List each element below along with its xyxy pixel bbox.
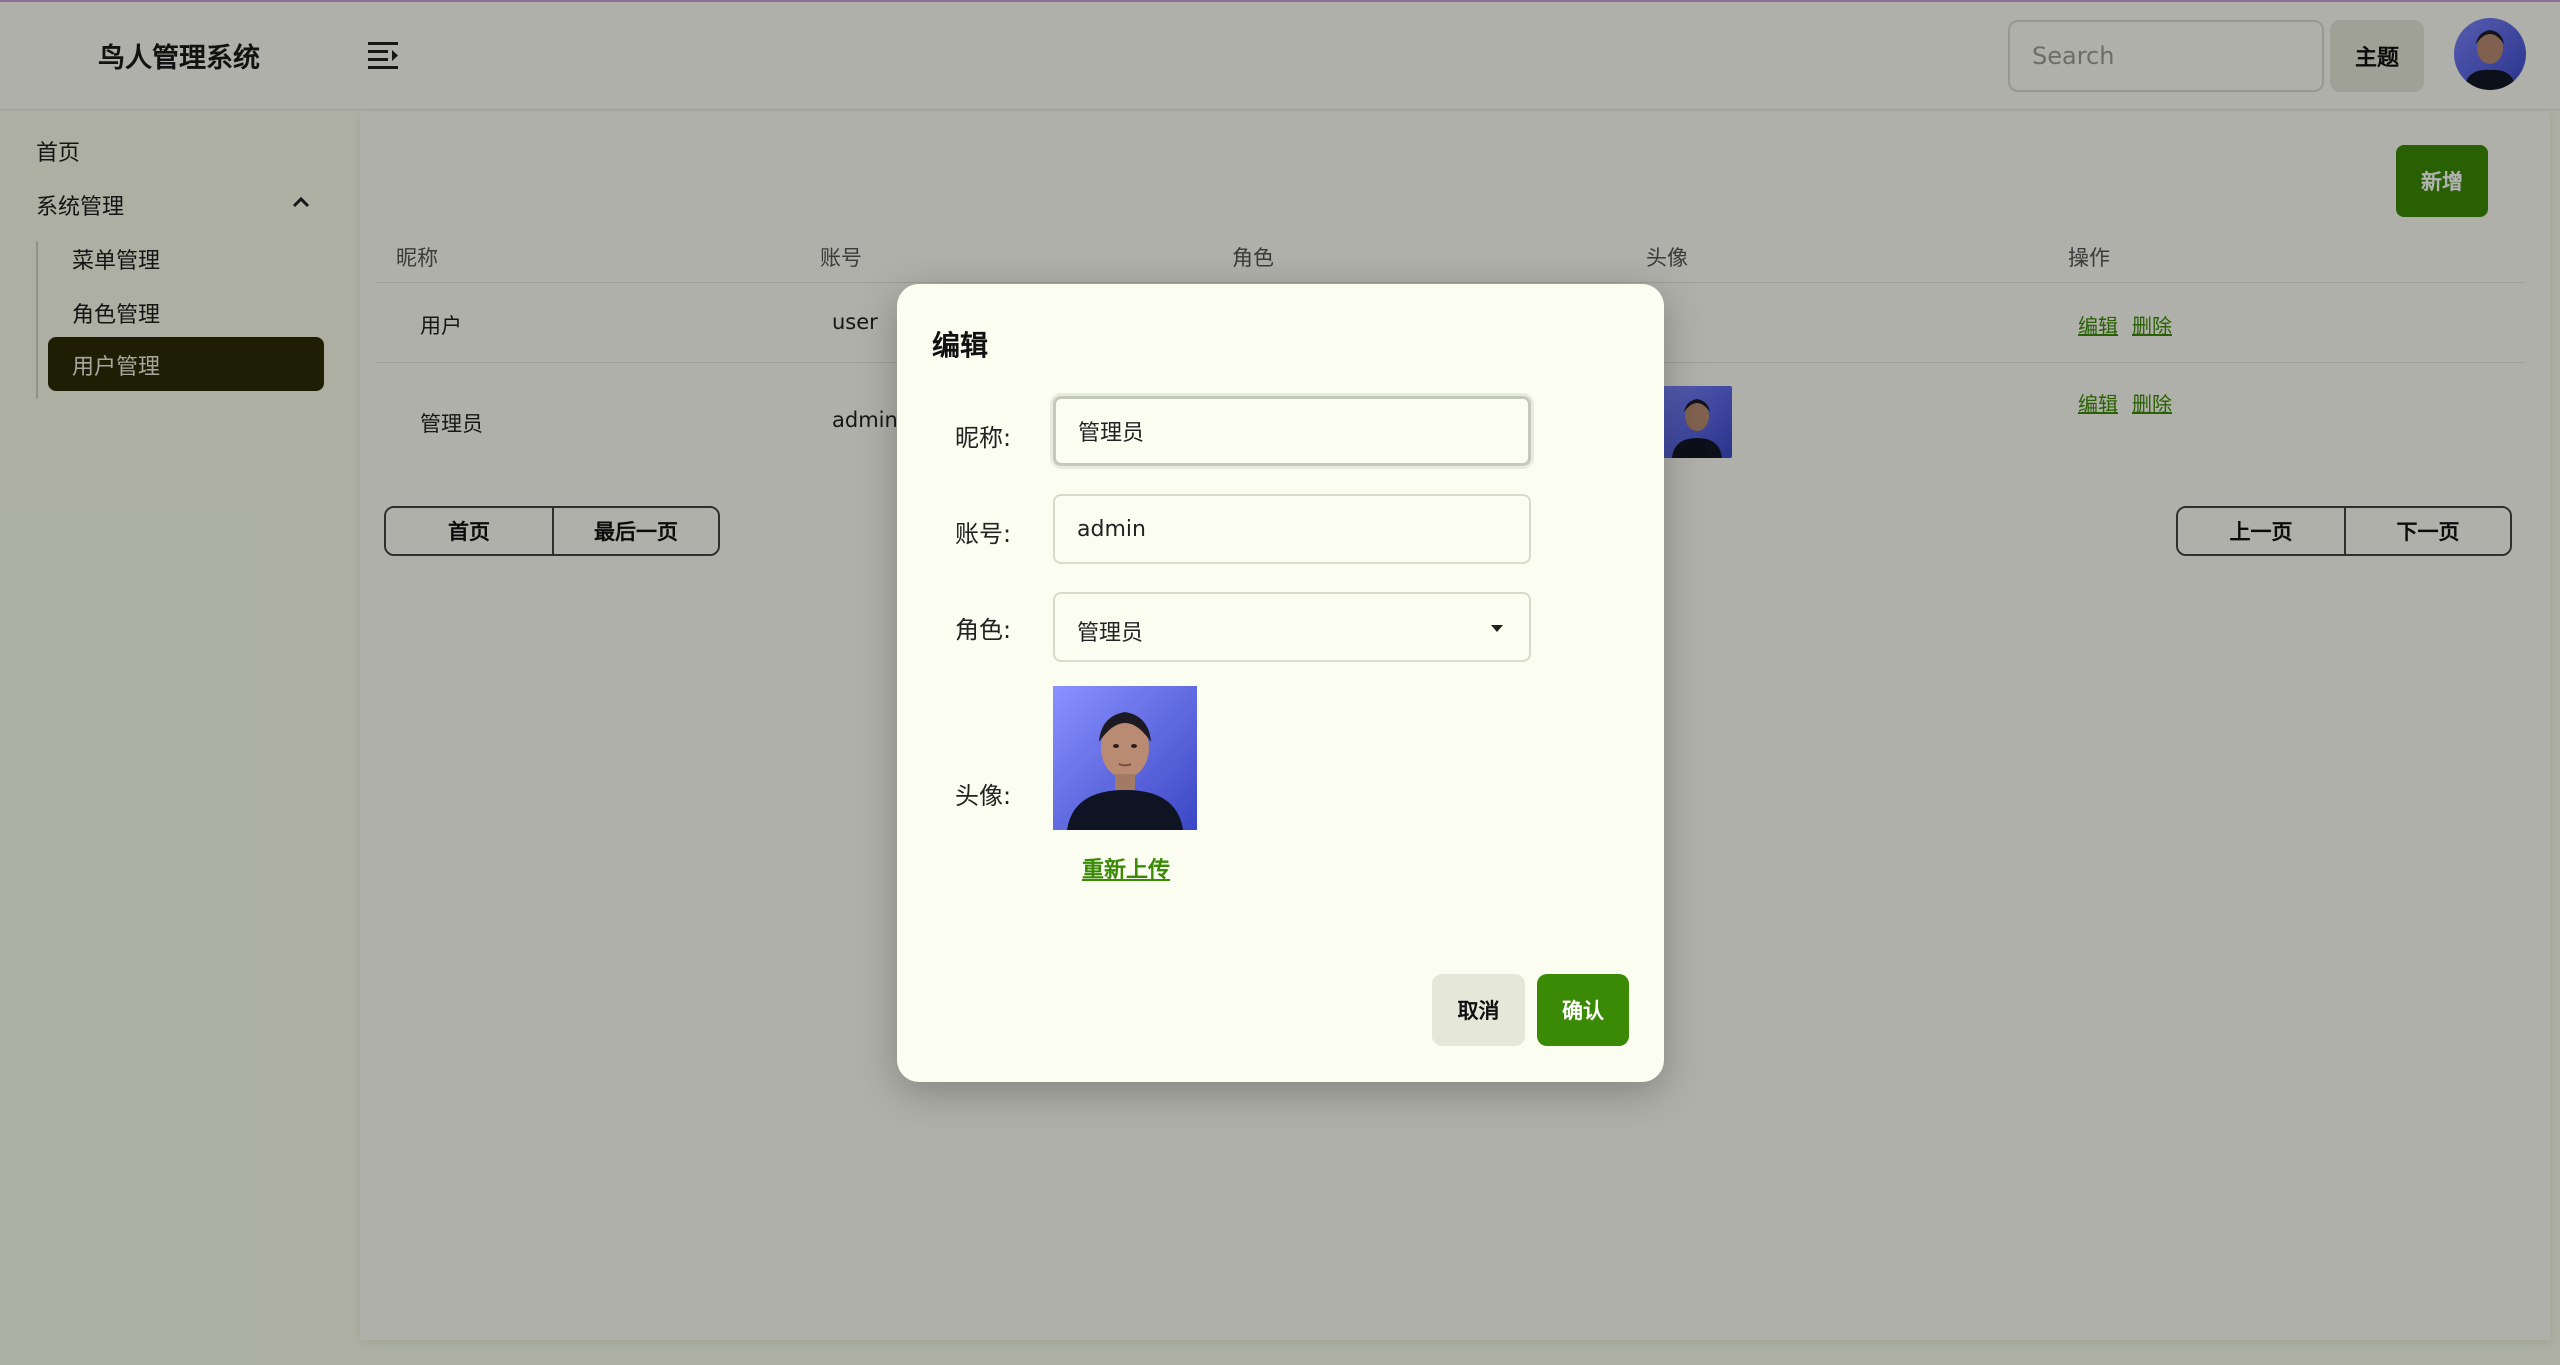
account-label: 账号:: [955, 520, 1012, 548]
role-select-value: 管理员: [1077, 621, 1144, 646]
caret-down-icon: [1491, 625, 1503, 632]
edit-modal: 编辑 昵称: 账号: 角色: 管理员 头像: 重新上传 取消 确认: [897, 284, 1664, 1082]
nickname-input[interactable]: [1053, 396, 1531, 466]
nickname-label: 昵称:: [955, 424, 1012, 452]
role-label: 角色:: [955, 616, 1012, 644]
account-input[interactable]: [1053, 494, 1531, 564]
reupload-link[interactable]: 重新上传: [1082, 852, 1170, 884]
avatar-preview: [1053, 686, 1197, 830]
modal-title: 编辑: [932, 329, 989, 362]
confirm-button[interactable]: 确认: [1537, 974, 1629, 1046]
role-select[interactable]: 管理员: [1053, 592, 1531, 662]
cancel-button[interactable]: 取消: [1432, 974, 1525, 1046]
avatar-label: 头像:: [955, 782, 1012, 810]
